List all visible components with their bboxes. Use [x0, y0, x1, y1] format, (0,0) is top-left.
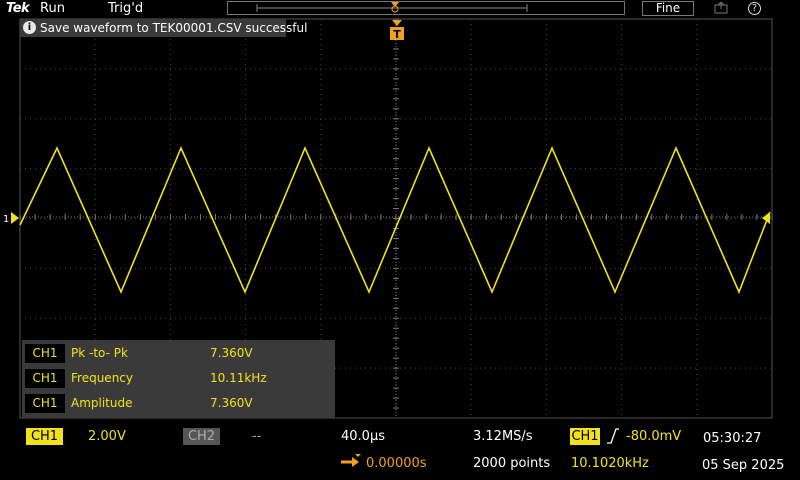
measurement-channel-badge: CH1	[25, 394, 65, 413]
trigger-position-marker[interactable]: T	[390, 20, 404, 41]
ch2-button[interactable]: CH2	[183, 428, 220, 445]
measurement-panel[interactable]: CH1 Pk -to- Pk 7.360V CH1 Frequency 10.1…	[22, 340, 335, 418]
ch2-vertical-scale[interactable]: --	[252, 428, 261, 445]
horizontal-position[interactable]: 0.00000s	[366, 455, 427, 472]
trigger-state: Trig'd	[108, 1, 144, 16]
notification-text: Save waveform to TEK00001.CSV successful	[40, 21, 308, 35]
brand-logo: Tek	[6, 1, 30, 16]
clock-date: 05 Sep 2025	[702, 458, 785, 473]
measurement-row-amplitude[interactable]: CH1 Amplitude 7.360V	[22, 392, 335, 414]
save-icon[interactable]	[714, 2, 728, 14]
measurement-row-frequency[interactable]: CH1 Frequency 10.11kHz	[22, 367, 335, 389]
record-position-bar[interactable]	[227, 1, 625, 15]
measurement-channel-badge: CH1	[25, 369, 65, 388]
ch1-marker-label: 1	[3, 214, 9, 225]
run-state[interactable]: Run	[40, 0, 65, 17]
rising-edge-icon[interactable]	[606, 427, 620, 445]
measurement-value: 7.360V	[210, 346, 253, 360]
top-status-bar: Tek Run Trig'd Fine ?	[0, 0, 800, 18]
measurement-channel-badge: CH1	[25, 344, 65, 363]
trigger-frequency: 10.1020kHz	[571, 456, 649, 471]
notification-banner[interactable]: i Save waveform to TEK00001.CSV successf…	[20, 19, 307, 37]
ch1-waveform-trace	[19, 145, 771, 295]
measurement-value: 10.11kHz	[210, 371, 267, 385]
clock-time: 05:30:27	[703, 431, 762, 446]
measurement-name: Amplitude	[71, 396, 133, 410]
horizontal-scale[interactable]: 40.0µs	[341, 428, 385, 445]
measurement-value: 7.360V	[210, 396, 253, 410]
measurement-name: Frequency	[71, 371, 133, 385]
ch1-ground-marker[interactable]: 1	[3, 212, 19, 225]
horizontal-position-arrow-icon	[341, 454, 361, 467]
svg-text:T: T	[393, 28, 401, 41]
help-icon[interactable]: ?	[748, 2, 761, 15]
ch1-vertical-scale[interactable]: 2.00V	[88, 428, 126, 445]
fine-button[interactable]: Fine	[642, 1, 694, 16]
sample-rate: 3.12MS/s	[473, 429, 533, 444]
info-icon: i	[23, 21, 36, 34]
measurement-name: Pk -to- Pk	[71, 346, 128, 360]
measurement-row-pk-pk[interactable]: CH1 Pk -to- Pk 7.360V	[22, 342, 335, 364]
trigger-source-button[interactable]: CH1	[570, 428, 600, 445]
ch1-button[interactable]: CH1	[26, 428, 63, 445]
trigger-level[interactable]: -80.0mV	[626, 428, 681, 445]
record-length: 2000 points	[473, 456, 551, 471]
